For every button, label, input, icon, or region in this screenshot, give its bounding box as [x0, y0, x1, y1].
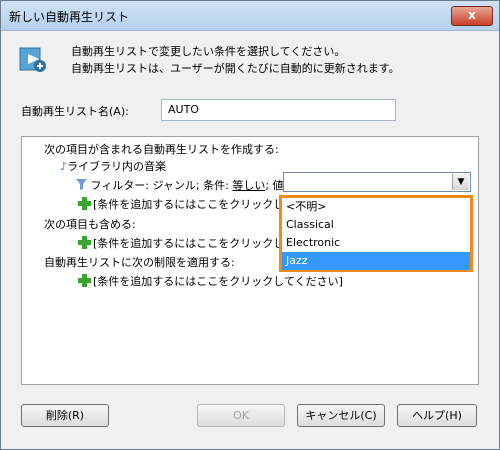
limit-heading: 自動再生リストに次の制限を適用する:: [44, 256, 235, 269]
close-button[interactable]: x: [451, 6, 493, 26]
value-dropdown-list: <不明> Classical Electronic Jazz: [279, 195, 473, 272]
library-row[interactable]: ♪ライブラリ内の音楽: [60, 158, 166, 174]
title-bar: 新しい自動再生リスト x: [1, 1, 499, 31]
window-title: 新しい自動再生リスト: [9, 10, 130, 24]
filter-prefix: フィルター: ジャンル; 条件:: [90, 179, 229, 192]
filter-row: フィルター: ジャンル; 条件: 等しい; 値:: [76, 177, 287, 193]
playlist-name-label: 自動再生リスト名(A):: [21, 105, 129, 118]
help-button[interactable]: ヘルプ(H): [397, 404, 477, 427]
music-note-icon: ♪: [60, 160, 68, 173]
delete-button[interactable]: 削除(R): [21, 404, 109, 427]
dropdown-option-classical[interactable]: Classical: [282, 216, 470, 234]
add-icon: [78, 274, 91, 287]
dropdown-option-jazz[interactable]: Jazz: [282, 252, 470, 270]
add-icon: [78, 197, 91, 210]
include-heading: 次の項目も含める:: [44, 218, 136, 231]
value-combobox[interactable]: ▼: [283, 172, 471, 192]
dropdown-option-unknown[interactable]: <不明>: [282, 198, 470, 216]
ok-button[interactable]: OK: [197, 404, 285, 427]
playlist-name-input[interactable]: AUTO: [161, 99, 396, 121]
add-condition-3[interactable]: [条件を追加するにはここをクリックしてください]: [78, 273, 343, 289]
chevron-down-icon[interactable]: ▼: [452, 174, 469, 190]
filter-operator-link[interactable]: 等しい: [232, 179, 265, 192]
playlist-icon: [19, 47, 46, 72]
dropdown-option-electronic[interactable]: Electronic: [282, 234, 470, 252]
library-label: ライブラリ内の音楽: [67, 160, 167, 173]
add-icon: [78, 236, 91, 249]
cancel-button[interactable]: キャンセル(C): [297, 404, 385, 427]
dialog-window: 新しい自動再生リスト x 自動再生リストで変更したい条件を選択してください。 自…: [0, 0, 500, 450]
intro-line-2: 自動再生リストは、ユーザーが開くたびに自動的に更新されます。: [71, 62, 400, 75]
filter-icon: [76, 179, 87, 190]
add-condition-label: [条件を追加するにはここをクリックしてください]: [93, 275, 343, 288]
intro-line-1: 自動再生リストで変更したい条件を選択してください。: [71, 45, 346, 58]
criteria-heading: 次の項目が含まれる自動再生リストを作成する:: [44, 143, 279, 156]
intro-text: 自動再生リストで変更したい条件を選択してください。 自動再生リストは、ユーザーが…: [71, 43, 400, 77]
